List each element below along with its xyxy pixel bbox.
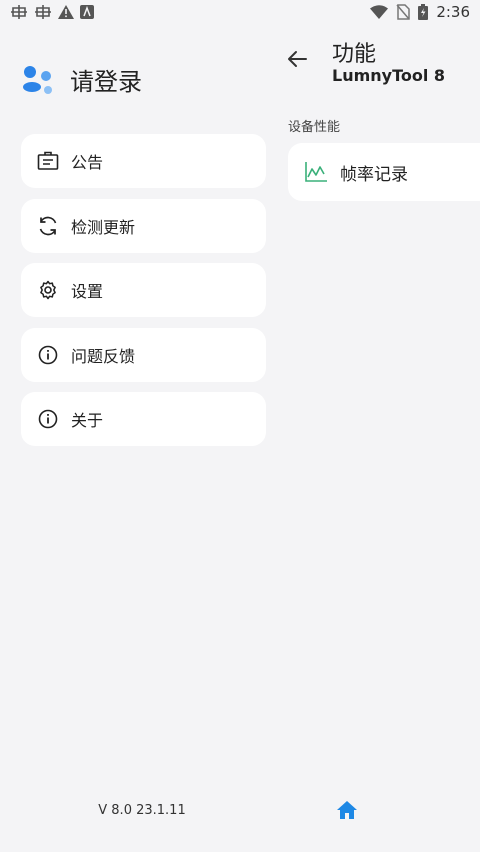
- login-row[interactable]: 请登录: [20, 62, 142, 97]
- status-bar-right: 2:36: [370, 3, 470, 21]
- wifi-icon: [370, 5, 389, 19]
- menu-item-feedback[interactable]: 问题反馈: [21, 327, 266, 382]
- menu-item-label: 公告: [71, 153, 104, 172]
- menu-item-check-update[interactable]: 检测更新: [21, 198, 266, 253]
- announcement-icon: [37, 150, 59, 172]
- status-time: 2:36: [436, 3, 470, 21]
- menu-item-settings[interactable]: 设置: [21, 263, 266, 317]
- home-button[interactable]: [334, 798, 360, 822]
- version-text: V 8.0 23.1.11: [98, 803, 186, 818]
- warning-icon: [58, 5, 74, 19]
- navigation-drawer: 请登录 公告 检测更新 设置 问题反馈 关于 V 8.0 23.1.11: [0, 26, 284, 852]
- login-label: 请登录: [70, 68, 142, 96]
- feature-frame-rate-record[interactable]: 帧率记录: [288, 143, 480, 201]
- no-sim-icon: [396, 4, 411, 20]
- section-label: 设备性能: [288, 120, 341, 135]
- menu-item-label: 问题反馈: [71, 346, 136, 366]
- main-panel: 功能 LumnyTool 8 设备性能 帧率记录: [284, 26, 480, 852]
- bug-icon: [35, 5, 51, 19]
- info-icon: [37, 408, 59, 430]
- back-button[interactable]: [284, 46, 310, 72]
- gear-icon: [37, 279, 59, 301]
- menu-item-label: 检测更新: [71, 217, 136, 237]
- line-chart-icon: [305, 162, 327, 182]
- info-icon: [37, 344, 59, 366]
- battery-charging-icon: [418, 4, 429, 20]
- app-logo-icon: [23, 65, 52, 94]
- menu-item-label: 设置: [71, 282, 104, 301]
- app-icon: [80, 5, 94, 19]
- page-subtitle: LumnyTool 8: [332, 66, 446, 85]
- menu-item-announcement[interactable]: 公告: [21, 134, 266, 188]
- refresh-icon: [37, 215, 59, 237]
- menu-item-label: 关于: [71, 411, 104, 430]
- status-bar: 2:36: [0, 0, 480, 26]
- drawer-menu: 公告 检测更新 设置 问题反馈 关于: [21, 134, 266, 457]
- status-bar-left: [10, 4, 94, 20]
- arrow-left-icon: [288, 51, 307, 67]
- feature-label: 帧率记录: [340, 164, 408, 185]
- menu-item-about[interactable]: 关于: [21, 392, 266, 446]
- bug-icon: [11, 5, 27, 19]
- home-icon: [337, 801, 357, 819]
- page-title: 功能: [332, 42, 377, 67]
